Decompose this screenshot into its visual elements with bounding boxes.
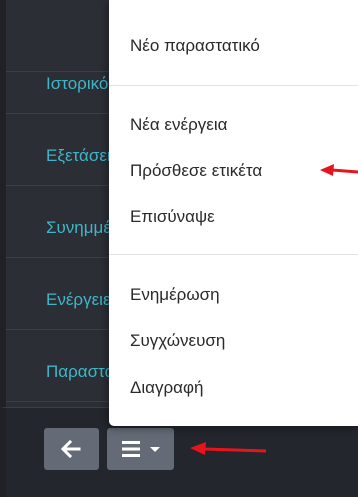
menu-item-new-document[interactable]: Νέο παραστατικό xyxy=(130,36,260,56)
menu-item-attach[interactable]: Επισύναψε xyxy=(130,207,215,227)
menu-toggle-button[interactable] xyxy=(107,428,174,470)
actions-dropdown-menu: Νέο παραστατικό Νέα ενέργεια Πρόσθεσε ετ… xyxy=(109,0,358,426)
side-nav-item-label: Εξετάσεις xyxy=(46,146,119,165)
side-nav-item-attachments[interactable]: Συνημμένα xyxy=(6,186,126,258)
menu-item-new-action[interactable]: Νέα ενέργεια xyxy=(130,115,227,135)
side-nav-item-label: Ιστορικό xyxy=(46,74,109,93)
side-nav-item-documents[interactable]: Παραστατικά xyxy=(6,330,126,402)
arrow-left-icon xyxy=(61,439,81,459)
hamburger-icon xyxy=(122,441,140,457)
caret-down-icon xyxy=(150,447,160,452)
side-nav-item-history[interactable]: Ιστορικό xyxy=(6,42,126,114)
menu-item-merge[interactable]: Συγχώνευση xyxy=(130,331,225,351)
screen: Ιστορικό Εξετάσεις Συνημμένα Ενέργειες Π… xyxy=(0,0,358,497)
menu-divider xyxy=(109,85,358,86)
side-nav-item-actions[interactable]: Ενέργειες xyxy=(6,258,126,330)
menu-item-delete[interactable]: Διαγραφή xyxy=(130,378,203,398)
side-nav: Ιστορικό Εξετάσεις Συνημμένα Ενέργειες Π… xyxy=(0,0,126,430)
side-nav-item-exams[interactable]: Εξετάσεις xyxy=(6,114,126,186)
back-button[interactable] xyxy=(44,428,99,470)
side-nav-item-label: Ενέργειες xyxy=(46,290,119,309)
menu-item-update[interactable]: Ενημέρωση xyxy=(130,285,220,305)
menu-item-add-tag[interactable]: Πρόσθεσε ετικέτα xyxy=(130,161,262,181)
menu-divider xyxy=(109,254,358,255)
